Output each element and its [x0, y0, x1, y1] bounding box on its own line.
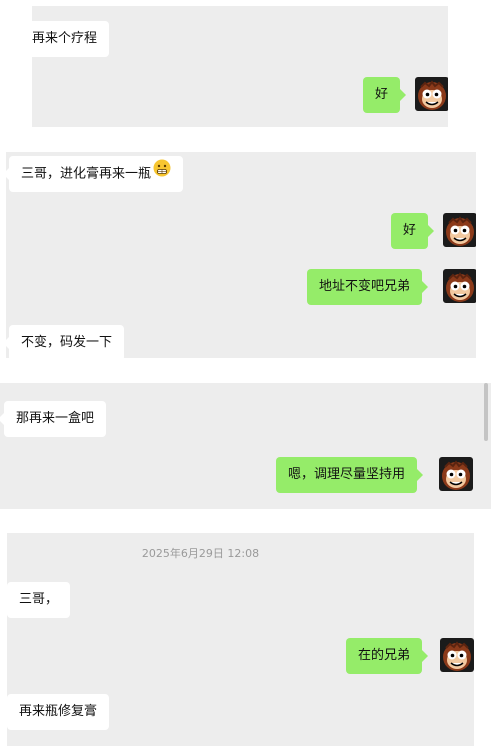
incoming-message[interactable]: 三哥， — [7, 582, 71, 618]
outgoing-message[interactable]: 好 — [363, 77, 407, 113]
outgoing-message[interactable]: 在的兄弟 — [346, 638, 429, 674]
chat-screenshot-1: 再来个疗程 好 — [32, 6, 448, 127]
monkey-avatar-icon[interactable] — [439, 457, 473, 491]
monkey-avatar-icon[interactable] — [415, 77, 448, 111]
incoming-message[interactable]: 那再来一盒吧 — [0, 401, 107, 437]
monkey-avatar-icon[interactable] — [443, 213, 476, 247]
monkey-avatar-icon[interactable] — [443, 269, 476, 303]
grimacing-face-emoji-icon — [153, 156, 171, 192]
incoming-message[interactable]: 三哥，进化膏再来一瓶 — [6, 156, 184, 192]
incoming-message[interactable]: 不变，码发一下 — [6, 325, 125, 358]
incoming-message[interactable]: 再来个疗程 — [32, 21, 110, 57]
outgoing-message[interactable]: 嗯，调理尽量坚持用 — [276, 457, 424, 493]
message-timestamp: 2025年6月29日 12:08 — [141, 547, 260, 560]
chat-screenshot-4: 2025年6月29日 12:08 三哥， 在的兄弟 再来瓶修复膏 — [7, 533, 474, 746]
scrollbar-thumb[interactable] — [484, 383, 488, 441]
monkey-avatar-icon[interactable] — [440, 638, 474, 672]
outgoing-message[interactable]: 地址不变吧兄弟 — [307, 269, 429, 305]
chat-screenshot-2: 三哥，进化膏再来一瓶 好 地址不变吧兄弟 不变，码发一下 — [6, 152, 476, 358]
chat-screenshot-3: 那再来一盒吧 嗯，调理尽量坚持用 — [0, 383, 491, 509]
message-text: 三哥，进化膏再来一瓶 — [21, 166, 152, 182]
incoming-message[interactable]: 再来瓶修复膏 — [7, 694, 110, 730]
outgoing-message[interactable]: 好 — [391, 213, 435, 249]
